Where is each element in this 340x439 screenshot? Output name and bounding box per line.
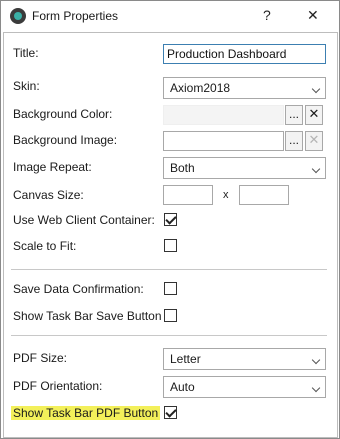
pdf-orientation-select[interactable]: Auto (163, 376, 326, 398)
pdf-orientation-label: PDF Orientation: (13, 379, 103, 393)
chevron-down-icon (311, 355, 321, 365)
background-image-browse-button[interactable]: ... (285, 131, 303, 151)
show-task-bar-pdf-button-label: Show Task Bar PDF Button (11, 406, 161, 420)
use-web-client-container-label: Use Web Client Container: (13, 213, 155, 227)
section-divider (11, 335, 327, 336)
title-input[interactable] (163, 44, 326, 64)
pdf-orientation-value: Auto (170, 380, 195, 394)
image-repeat-value: Both (170, 161, 195, 175)
pdf-size-value: Letter (170, 352, 201, 366)
form-properties-dialog: Form Properties ? ✕ Title: Skin: Axiom20… (0, 0, 340, 439)
canvas-width-input[interactable] (163, 185, 213, 205)
use-web-client-container-checkbox[interactable] (164, 213, 177, 226)
skin-value: Axiom2018 (170, 81, 231, 95)
pdf-size-select[interactable]: Letter (163, 348, 326, 370)
save-data-confirmation-label: Save Data Confirmation: (13, 282, 144, 296)
chevron-down-icon (311, 84, 321, 94)
scale-to-fit-label: Scale to Fit: (13, 239, 77, 253)
app-logo-icon (10, 8, 26, 24)
show-task-bar-pdf-button-checkbox[interactable] (164, 406, 177, 419)
background-image-clear-button[interactable]: ✕ (305, 131, 323, 151)
show-task-bar-save-button-label: Show Task Bar Save Button (13, 309, 162, 323)
canvas-height-input[interactable] (239, 185, 289, 205)
close-icon[interactable]: ✕ (307, 7, 319, 24)
canvas-size-label: Canvas Size: (13, 188, 84, 202)
canvas-size-separator: x (223, 189, 229, 201)
background-image-label: Background Image: (13, 133, 118, 147)
scale-to-fit-checkbox[interactable] (164, 239, 177, 252)
chevron-down-icon (311, 383, 321, 393)
skin-label: Skin: (13, 79, 40, 93)
properties-panel: Title: Skin: Axiom2018 Background Color:… (3, 32, 338, 438)
section-divider (11, 269, 327, 270)
background-color-label: Background Color: (13, 107, 113, 121)
chevron-down-icon (311, 164, 321, 174)
background-color-browse-button[interactable]: ... (285, 105, 303, 125)
skin-select[interactable]: Axiom2018 (163, 77, 326, 99)
title-label: Title: (13, 46, 39, 60)
background-color-clear-button[interactable]: ✕ (305, 105, 323, 125)
background-color-input[interactable] (163, 105, 284, 125)
image-repeat-select[interactable]: Both (163, 157, 326, 179)
show-task-bar-save-button-checkbox[interactable] (164, 309, 177, 322)
image-repeat-label: Image Repeat: (13, 160, 92, 174)
save-data-confirmation-checkbox[interactable] (164, 282, 177, 295)
pdf-size-label: PDF Size: (13, 351, 68, 365)
help-button[interactable]: ? (263, 7, 271, 23)
title-bar: Form Properties ? ✕ (1, 1, 339, 31)
dialog-title: Form Properties (32, 9, 119, 23)
background-image-input[interactable] (163, 131, 284, 151)
